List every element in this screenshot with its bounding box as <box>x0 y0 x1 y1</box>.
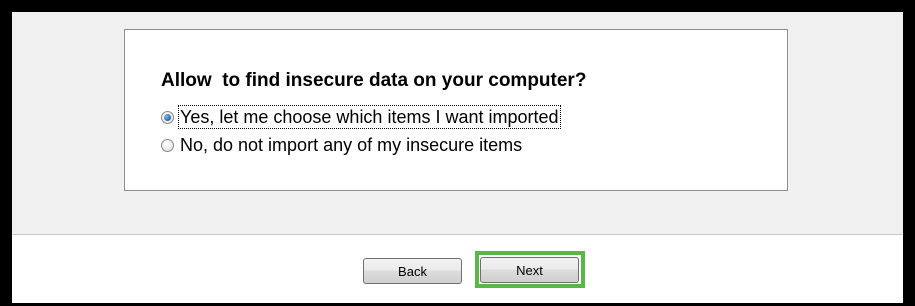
dialog-window: Allow to find insecure data on your comp… <box>0 0 915 306</box>
option-no[interactable]: No, do not import any of my insecure ite… <box>161 134 523 156</box>
radio-yes[interactable] <box>161 110 174 124</box>
radio-no[interactable] <box>161 138 174 152</box>
option-yes-label[interactable]: Yes, let me choose which items I want im… <box>178 105 561 129</box>
question-panel: Allow to find insecure data on your comp… <box>124 29 788 191</box>
content-area: Allow to find insecure data on your comp… <box>12 12 903 235</box>
question-heading: Allow to find insecure data on your comp… <box>161 70 587 91</box>
back-button[interactable]: Back <box>363 258 462 284</box>
option-no-label[interactable]: No, do not import any of my insecure ite… <box>179 134 523 156</box>
next-button[interactable]: Next <box>480 257 579 283</box>
option-yes[interactable]: Yes, let me choose which items I want im… <box>161 105 561 129</box>
